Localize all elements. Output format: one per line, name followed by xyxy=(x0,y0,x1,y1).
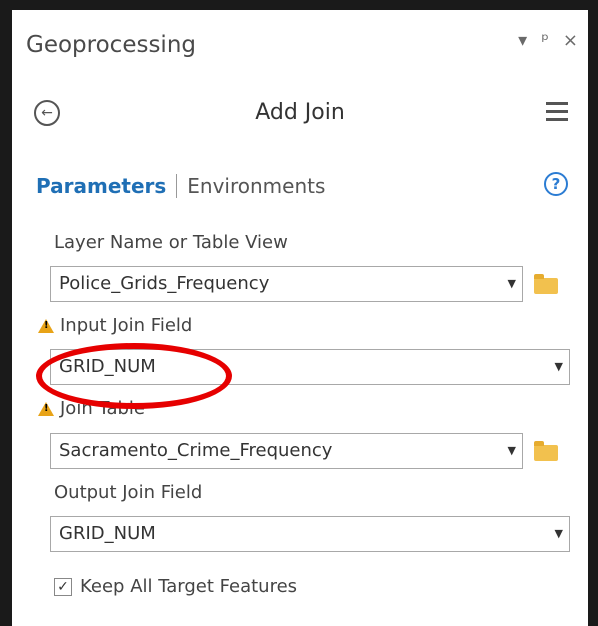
join-table-value: Sacramento_Crime_Frequency xyxy=(59,440,333,461)
join-table-label: Join Table xyxy=(38,398,145,419)
layer-select[interactable]: Police_Grids_Frequency ▼ xyxy=(50,266,523,302)
output-join-value: GRID_NUM xyxy=(59,523,156,544)
layer-value: Police_Grids_Frequency xyxy=(59,273,270,294)
tab-bar: Parameters Environments xyxy=(36,174,325,198)
layer-label: Layer Name or Table View xyxy=(54,232,288,253)
tool-title: Add Join xyxy=(255,100,345,125)
pane-controls: ▾ ᵖ × xyxy=(518,30,578,51)
close-icon[interactable]: × xyxy=(563,30,578,51)
join-table-select[interactable]: Sacramento_Crime_Frequency ▼ xyxy=(50,433,523,469)
dropdown-caret-icon: ▼ xyxy=(554,527,563,540)
tab-parameters[interactable]: Parameters xyxy=(36,174,166,198)
input-join-label-text: Input Join Field xyxy=(60,315,193,336)
keep-all-checkbox[interactable]: ✓ xyxy=(54,577,72,596)
browse-folder-icon[interactable] xyxy=(534,274,558,294)
keep-all-row: ✓ Keep All Target Features xyxy=(54,576,297,597)
output-join-select[interactable]: GRID_NUM ▼ xyxy=(50,516,570,552)
input-join-value: GRID_NUM xyxy=(59,356,156,377)
warning-icon xyxy=(38,401,54,416)
hamburger-menu-icon[interactable] xyxy=(546,102,568,126)
geoprocessing-pane: Geoprocessing ▾ ᵖ × ← Add Join Parameter… xyxy=(12,10,588,626)
browse-folder-icon[interactable] xyxy=(534,441,558,461)
pin-icon[interactable]: ᵖ xyxy=(541,30,549,51)
output-join-label: Output Join Field xyxy=(54,482,203,503)
dropdown-caret-icon: ▼ xyxy=(507,444,516,457)
chevron-down-icon[interactable]: ▾ xyxy=(518,30,527,51)
dropdown-caret-icon: ▼ xyxy=(507,277,516,290)
pane-title: Geoprocessing xyxy=(26,32,196,58)
help-icon[interactable]: ? xyxy=(544,172,568,196)
tab-environments[interactable]: Environments xyxy=(187,174,325,198)
join-table-label-text: Join Table xyxy=(60,398,145,419)
dropdown-caret-icon: ▼ xyxy=(554,360,563,373)
warning-icon xyxy=(38,318,54,333)
keep-all-label: Keep All Target Features xyxy=(80,576,298,597)
input-join-label: Input Join Field xyxy=(38,315,192,336)
input-join-select[interactable]: GRID_NUM ▼ xyxy=(50,349,570,385)
tab-divider xyxy=(176,174,178,198)
